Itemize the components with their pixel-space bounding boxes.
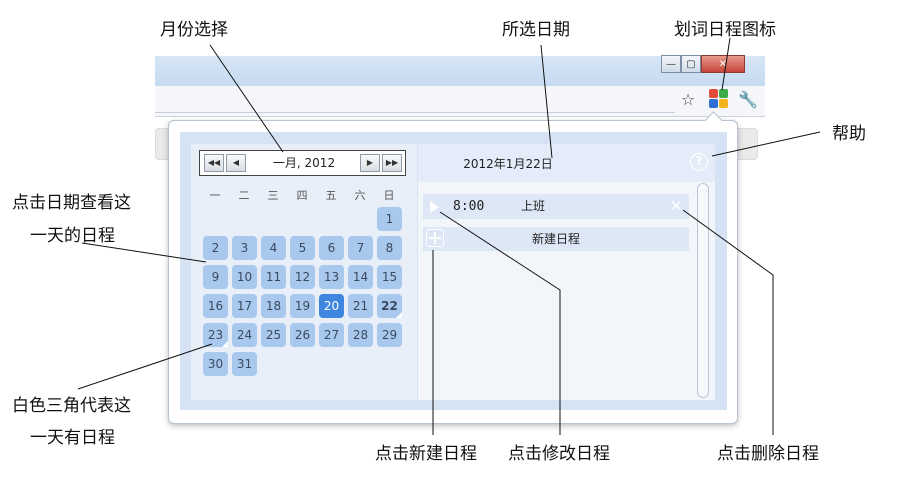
annotation-selected-date: 所选日期 <box>502 20 570 40</box>
annotation-month-select: 月份选择 <box>160 20 228 40</box>
annotation-white-triangle-2: 一天有日程 <box>30 428 115 448</box>
annotation-click-date-1: 点击日期查看这 <box>12 193 131 213</box>
annotation-lines <box>77 37 821 435</box>
annotation-click-delete: 点击删除日程 <box>717 444 819 464</box>
annotation-click-edit: 点击修改日程 <box>508 444 610 464</box>
annotation-click-date-2: 一天的日程 <box>30 226 115 246</box>
annotation-click-new: 点击新建日程 <box>375 444 477 464</box>
annotation-ext-icon: 划词日程图标 <box>674 20 776 40</box>
annotation-white-triangle-1: 白色三角代表这 <box>12 396 131 416</box>
annotation-help: 帮助 <box>832 124 866 144</box>
